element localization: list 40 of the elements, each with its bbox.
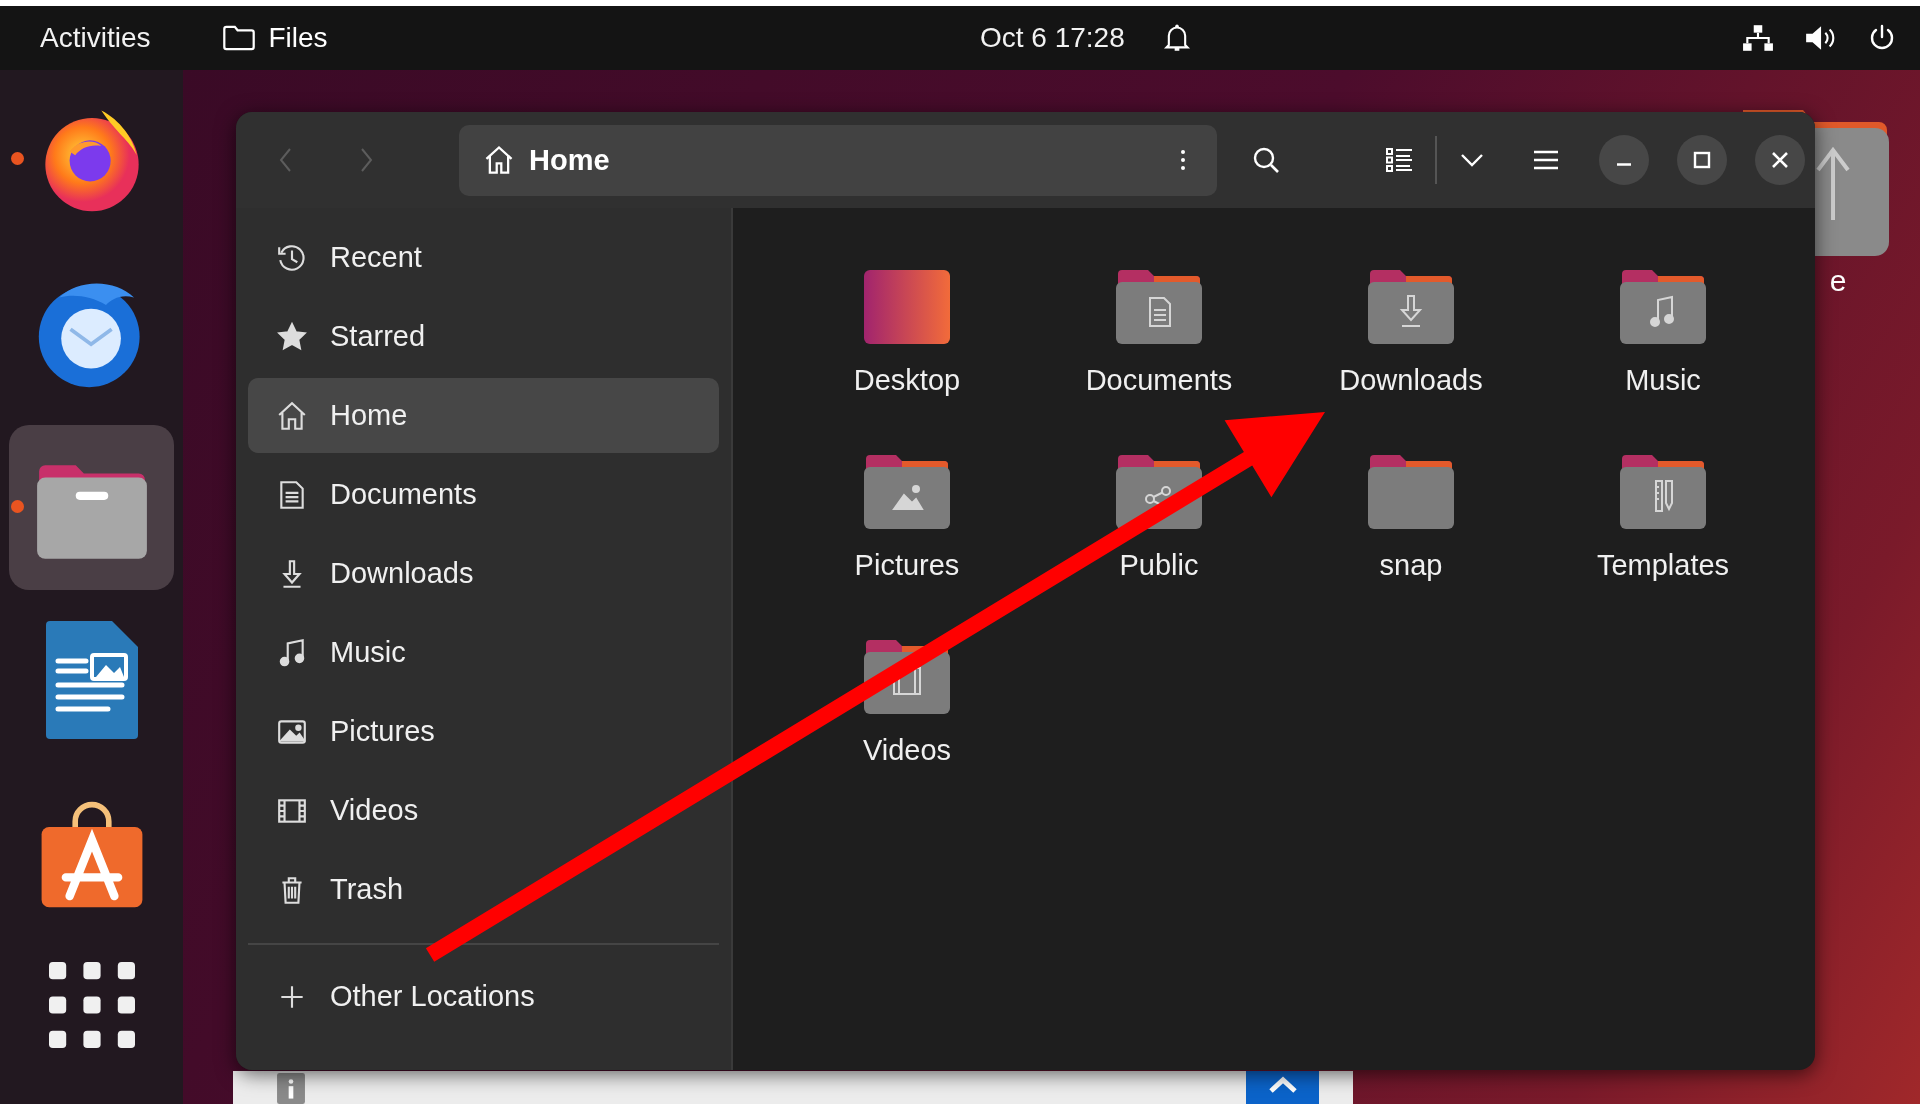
folder-icon: [222, 24, 257, 52]
sidebar-item[interactable]: Pictures: [248, 694, 719, 769]
maximize-icon: [1692, 150, 1712, 170]
scroll-up-button[interactable]: [1246, 1071, 1319, 1104]
folder-item[interactable]: Pictures: [781, 451, 1033, 636]
search-icon[interactable]: [1251, 145, 1281, 175]
path-bar[interactable]: Home: [459, 124, 1217, 196]
maximize-button[interactable]: [1677, 135, 1727, 185]
sidebar-item[interactable]: Starred: [248, 299, 719, 374]
other-locations-item[interactable]: Other Locations: [248, 959, 719, 1034]
close-icon: [1770, 150, 1790, 170]
clock[interactable]: Oct 6 17:28: [980, 22, 1125, 54]
sidebar-item[interactable]: Home: [248, 378, 719, 453]
app-menu[interactable]: Files: [222, 22, 328, 54]
bell-icon[interactable]: [1162, 22, 1191, 54]
sidebar-item[interactable]: Downloads: [248, 536, 719, 611]
desktop-icon-label[interactable]: e: [1829, 264, 1847, 298]
folder-item[interactable]: Documents: [1033, 266, 1285, 451]
network-icon[interactable]: [1742, 24, 1774, 52]
folder-item[interactable]: snap: [1285, 451, 1537, 636]
chevron-up-icon: [1267, 1075, 1298, 1095]
home-icon: [276, 399, 308, 432]
folder-item[interactable]: Desktop: [781, 266, 1033, 451]
sidebar-item[interactable]: Videos: [248, 773, 719, 848]
list-view-icon[interactable]: [1385, 145, 1415, 175]
folder-item[interactable]: Music: [1537, 266, 1789, 451]
minimize-icon: [1617, 162, 1631, 166]
sidebar-item[interactable]: Recent: [248, 220, 719, 295]
sidebar-item[interactable]: Documents: [248, 457, 719, 532]
star-icon: [276, 320, 308, 353]
folder-item[interactable]: Templates: [1537, 451, 1789, 636]
sidebar-item[interactable]: Trash: [248, 852, 719, 927]
folder-item[interactable]: Downloads: [1285, 266, 1537, 451]
sidebar-item[interactable]: Music: [248, 615, 719, 690]
home-icon: [483, 144, 515, 176]
path-label: Home: [529, 143, 610, 177]
close-button[interactable]: [1755, 135, 1805, 185]
volume-icon[interactable]: [1804, 24, 1836, 52]
activities-button[interactable]: Activities: [40, 22, 151, 54]
app-grid-icon[interactable]: [48, 962, 135, 1048]
